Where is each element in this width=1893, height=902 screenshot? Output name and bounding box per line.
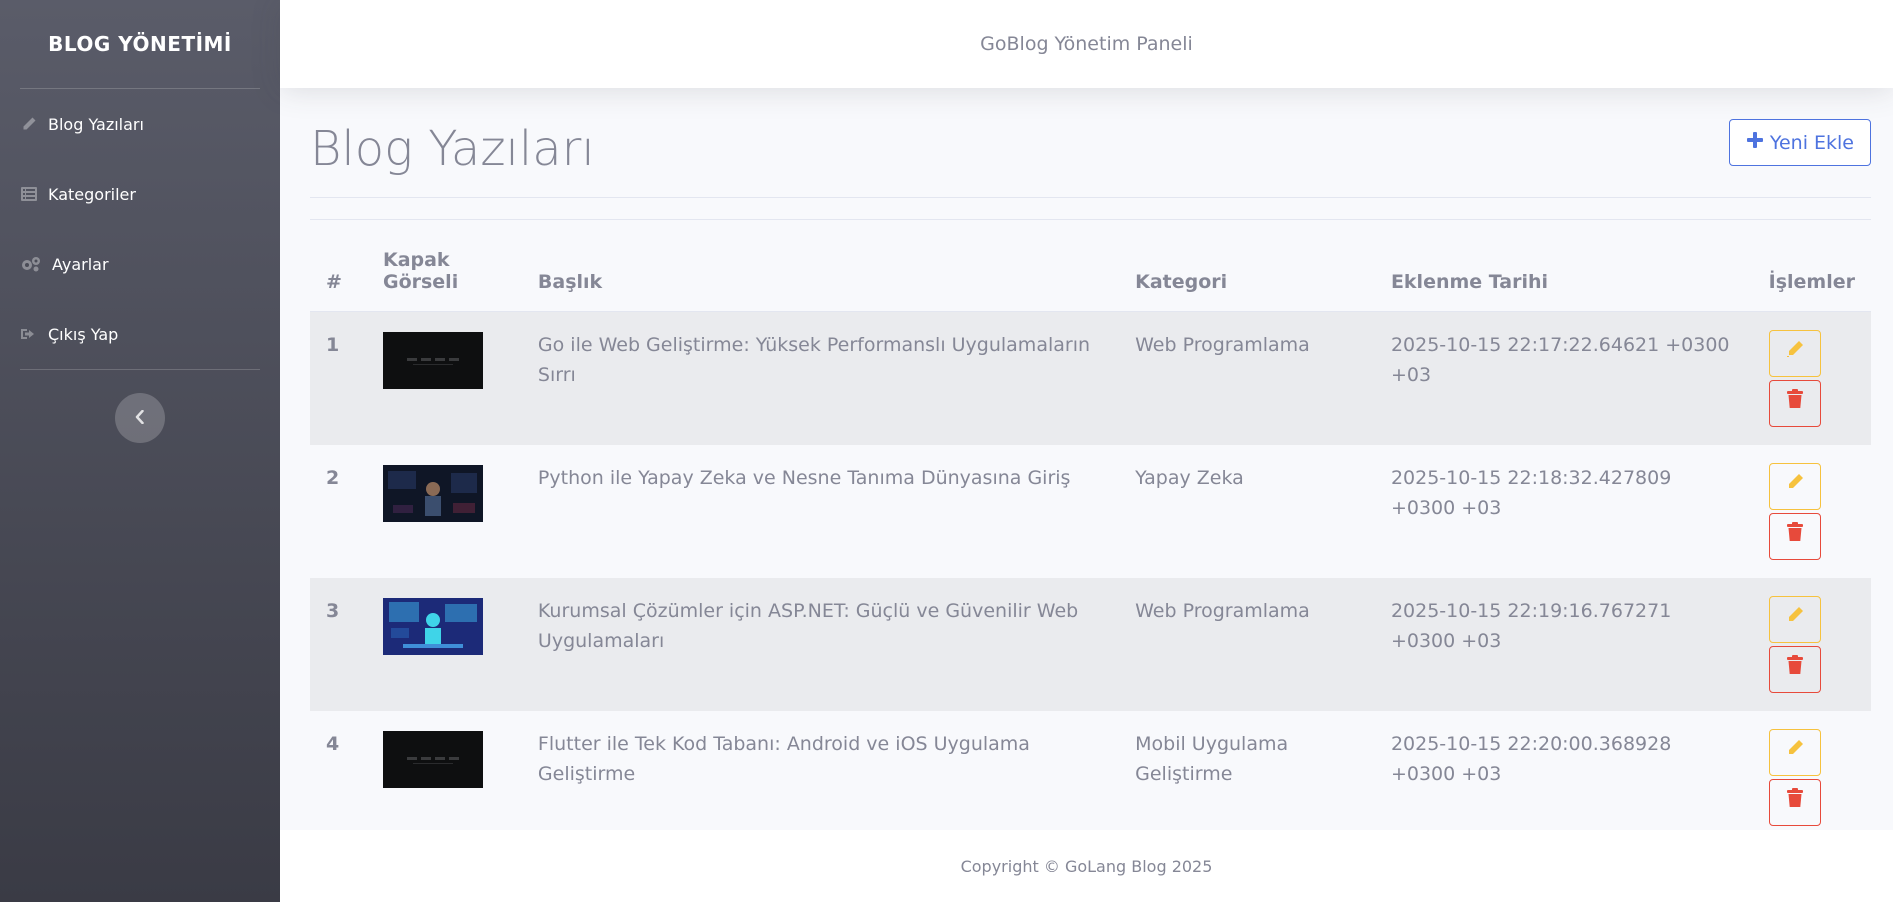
- sidebar-item-blog-yazilari[interactable]: Blog Yazıları: [0, 89, 280, 159]
- column-header-title: Başlık: [521, 220, 1120, 312]
- trash-icon: [1786, 654, 1804, 684]
- delete-button[interactable]: [1768, 379, 1821, 427]
- row-number: 1: [326, 333, 340, 356]
- cover-cell: [367, 311, 522, 445]
- post-date: 2025-10-15 22:19:16.767271 +0300 +03: [1390, 599, 1672, 652]
- row-number: 2: [326, 466, 340, 489]
- delete-button[interactable]: [1768, 645, 1821, 693]
- footer: Copyright © GoLang Blog 2025: [280, 830, 1893, 902]
- delete-button[interactable]: [1768, 512, 1821, 560]
- edit-button[interactable]: [1768, 595, 1821, 643]
- table-row: 2 Python ile Yapay Zeka ve Nesne Tanıma …: [310, 445, 1871, 578]
- list-icon: [20, 185, 38, 203]
- post-date: 2025-10-15 22:20:00.368928 +0300 +03: [1390, 732, 1672, 785]
- post-category: Yapay Zeka: [1135, 466, 1244, 489]
- sidebar-item-label: Kategoriler: [48, 184, 136, 204]
- cover-thumbnail[interactable]: [382, 730, 483, 788]
- pencil-icon: [1785, 604, 1805, 634]
- post-category: Web Programlama: [1135, 599, 1310, 622]
- sidebar-item-label: Blog Yazıları: [48, 114, 144, 134]
- column-header-num: #: [310, 220, 367, 312]
- blog-posts-table: # Kapak Görseli Başlık Kategori Eklenme …: [310, 220, 1871, 844]
- table-row: 3 Kurumsal Çözümler için ASP.NET: Güçlü …: [310, 577, 1871, 711]
- delete-button[interactable]: [1768, 778, 1821, 826]
- edit-button[interactable]: [1768, 462, 1821, 510]
- sidebar-item-cikis-yap[interactable]: Çıkış Yap: [0, 299, 280, 369]
- row-number: 4: [326, 732, 340, 755]
- cover-thumbnail[interactable]: [382, 331, 483, 389]
- trash-icon: [1786, 787, 1804, 817]
- page-title: Blog Yazıları: [310, 120, 595, 177]
- sidebar-item-label: Ayarlar: [52, 254, 109, 274]
- post-title: Kurumsal Çözümler için ASP.NET: Güçlü ve…: [537, 599, 1079, 652]
- column-header-actions: İşlemler: [1752, 220, 1871, 312]
- sidebar-brand[interactable]: BLOG YÖNETİMİ: [0, 0, 280, 88]
- actions-cell: [1753, 711, 1871, 844]
- sidebar-item-label: Çıkış Yap: [48, 324, 119, 344]
- topbar: GoBlog Yönetim Paneli: [280, 0, 1893, 88]
- row-number: 3: [326, 599, 340, 622]
- pencil-icon: [1785, 338, 1805, 368]
- post-date: 2025-10-15 22:18:32.427809 +0300 +03: [1390, 466, 1672, 519]
- post-title: Flutter ile Tek Kod Tabanı: Android ve i…: [537, 732, 1030, 785]
- column-header-cover: Kapak Görseli: [366, 220, 522, 312]
- cover-cell: [367, 445, 522, 578]
- gears-icon: [20, 255, 42, 273]
- actions-cell: [1753, 311, 1871, 445]
- cover-cell: [367, 711, 522, 844]
- column-header-date: Eklenme Tarihi: [1374, 220, 1753, 312]
- column-header-category: Kategori: [1119, 220, 1375, 312]
- pencil-icon: [1785, 737, 1805, 767]
- post-category: Mobil Uygulama Geliştirme: [1135, 732, 1289, 785]
- trash-icon: [1786, 388, 1804, 418]
- add-new-button[interactable]: Yeni Ekle: [1728, 119, 1871, 166]
- sign-out-icon: [20, 325, 38, 343]
- copyright-text: Copyright © GoLang Blog 2025: [960, 856, 1213, 876]
- main-content: Blog Yazıları Yeni Ekle # Kapak Görseli …: [280, 88, 1893, 830]
- chevron-left-icon: [135, 409, 145, 428]
- sidebar-item-kategoriler[interactable]: Kategoriler: [0, 159, 280, 229]
- post-title: Go ile Web Geliştirme: Yüksek Performans…: [537, 333, 1091, 386]
- pencil-icon: [1785, 471, 1805, 501]
- edit-button[interactable]: [1768, 728, 1821, 776]
- sidebar: BLOG YÖNETİMİ Blog Yazıları Kategoriler …: [0, 0, 280, 902]
- table-row: 1 Go ile Web Geliştirme: Yüksek Performa…: [310, 311, 1871, 445]
- pencil-icon: [20, 115, 38, 133]
- edit-button[interactable]: [1768, 329, 1821, 377]
- table-header-row: # Kapak Görseli Başlık Kategori Eklenme …: [310, 220, 1871, 312]
- actions-cell: [1753, 445, 1871, 578]
- add-new-label: Yeni Ekle: [1769, 131, 1854, 154]
- post-category: Web Programlama: [1135, 333, 1310, 356]
- trash-icon: [1786, 521, 1804, 551]
- plus-icon: [1746, 131, 1764, 154]
- topbar-title: GoBlog Yönetim Paneli: [980, 33, 1193, 55]
- sidebar-item-ayarlar[interactable]: Ayarlar: [0, 229, 280, 299]
- post-date: 2025-10-15 22:17:22.64621 +0300 +03: [1390, 333, 1730, 386]
- cover-thumbnail[interactable]: [382, 597, 483, 655]
- sidebar-toggle-button[interactable]: [115, 393, 165, 443]
- post-title: Python ile Yapay Zeka ve Nesne Tanıma Dü…: [537, 466, 1071, 489]
- page-header: Blog Yazıları Yeni Ekle: [310, 88, 1871, 198]
- cover-cell: [367, 578, 522, 711]
- table-row: 4 Flutter ile Tek Kod Tabanı: Android ve…: [310, 711, 1871, 844]
- cover-thumbnail[interactable]: [382, 464, 483, 522]
- actions-cell: [1753, 578, 1871, 711]
